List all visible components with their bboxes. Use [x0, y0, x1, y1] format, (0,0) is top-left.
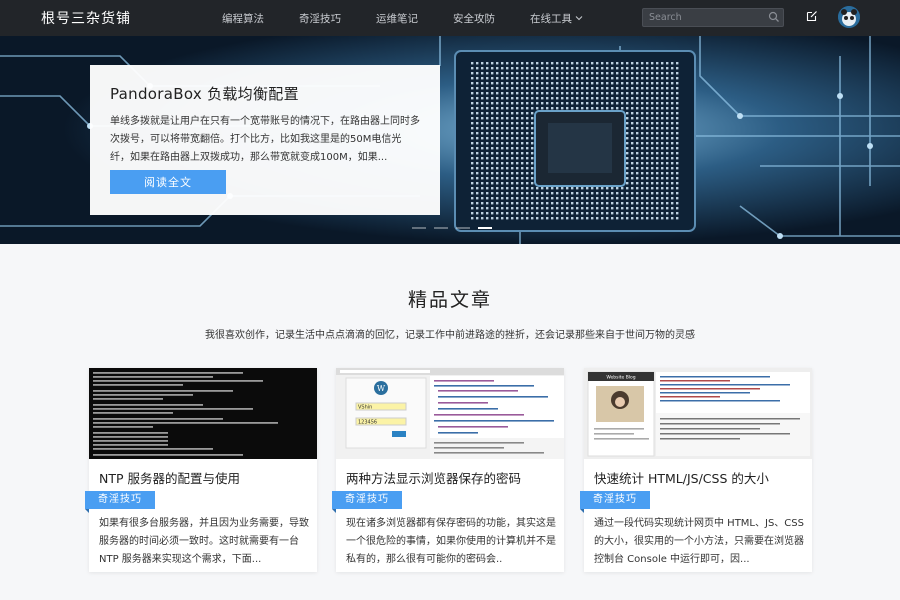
nav-item-tools[interactable]: 在线工具 [530, 11, 583, 26]
carousel-dot[interactable] [434, 227, 448, 229]
site-brand[interactable]: 根号三杂货铺 [41, 8, 131, 28]
carousel-dot[interactable] [456, 227, 470, 229]
article-thumbnail[interactable] [89, 368, 317, 459]
article-excerpt: 如果有很多台服务器，并且因为业务需要，导致服务器的时间必须一致时。这时就需要有一… [99, 518, 309, 565]
edit-icon[interactable] [806, 10, 818, 22]
search-box [642, 8, 784, 27]
article-thumbnail[interactable]: W VShin 123456 [336, 368, 564, 459]
nav-item-ops[interactable]: 运维笔记 [376, 11, 418, 26]
category-tag[interactable]: 奇淫技巧 [580, 491, 650, 513]
read-more-button[interactable]: 阅读全文 [110, 170, 226, 194]
article-thumbnail[interactable]: Website Blog [584, 368, 812, 459]
thumb-username: VShin [358, 405, 372, 411]
blog-devtools-screenshot: Website Blog [584, 368, 812, 459]
terminal-screenshot [89, 368, 317, 459]
carousel-dot-active[interactable] [478, 227, 492, 229]
featured-article-card: PandoraBox 负载均衡配置 单线多拨就是让用户在只有一个宽带账号的情况下… [90, 65, 440, 215]
chevron-down-icon [575, 16, 583, 21]
carousel-dot[interactable] [412, 227, 426, 229]
featured-article-excerpt: 单线多拨就是让用户在只有一个宽带账号的情况下，在路由器上同时多次拨号，可以将带宽… [110, 116, 420, 163]
article-title[interactable]: 两种方法显示浏览器保存的密码 [346, 468, 521, 487]
nav-item-programming[interactable]: 编程算法 [222, 11, 264, 26]
top-navbar: 根号三杂货铺 编程算法 奇淫技巧 运维笔记 安全攻防 在线工具 [0, 0, 900, 36]
carousel-indicators [412, 227, 492, 229]
browser-devtools-screenshot: W VShin 123456 [336, 368, 564, 459]
article-excerpt: 现在诸多浏览器都有保存密码的功能，其实这是一个很危险的事情，如果你使用的计算机并… [346, 518, 556, 565]
article-card[interactable]: NTP 服务器的配置与使用 奇淫技巧 如果有很多台服务器，并且因为业务需要，导致… [85, 368, 317, 572]
article-excerpt: 通过一段代码实现统计网页中 HTML、JS、CSS 的大小，很实用的一个小方法，… [594, 518, 804, 565]
section-title: 精品文章 [407, 289, 492, 311]
nav-item-tricks[interactable]: 奇淫技巧 [299, 11, 341, 26]
hero-banner: PandoraBox 负载均衡配置 单线多拨就是让用户在只有一个宽带账号的情况下… [0, 36, 900, 244]
article-title[interactable]: 快速统计 HTML/JS/CSS 的大小 [594, 468, 769, 487]
article-title[interactable]: NTP 服务器的配置与使用 [99, 468, 240, 487]
thumb-blog-heading: Website Blog [606, 375, 635, 381]
section-subtitle: 我很喜欢创作，记录生活中点点滴滴的回忆，记录工作中前进路途的挫折，还会记录那些来… [205, 330, 695, 341]
thumb-password: 123456 [358, 420, 377, 426]
article-card[interactable]: Website Blog 快速统计 HTML/JS/CSS 的大小 奇淫技巧 通… [580, 368, 812, 572]
search-input[interactable] [643, 9, 763, 26]
avatar[interactable] [838, 6, 860, 28]
article-card[interactable]: W VShin 123456 两种方法显示浏览器保存的密码 奇淫技巧 现在诸多浏… [332, 368, 564, 572]
main-nav: 编程算法 奇淫技巧 运维笔记 安全攻防 在线工具 [222, 0, 618, 36]
featured-article-title[interactable]: PandoraBox 负载均衡配置 [110, 83, 420, 104]
search-icon[interactable] [768, 11, 780, 23]
category-tag[interactable]: 奇淫技巧 [85, 491, 155, 513]
nav-item-tools-label: 在线工具 [530, 12, 572, 25]
svg-text:W: W [377, 384, 386, 393]
category-tag[interactable]: 奇淫技巧 [332, 491, 402, 513]
nav-item-security[interactable]: 安全攻防 [453, 11, 495, 26]
avatar-image [838, 6, 860, 28]
